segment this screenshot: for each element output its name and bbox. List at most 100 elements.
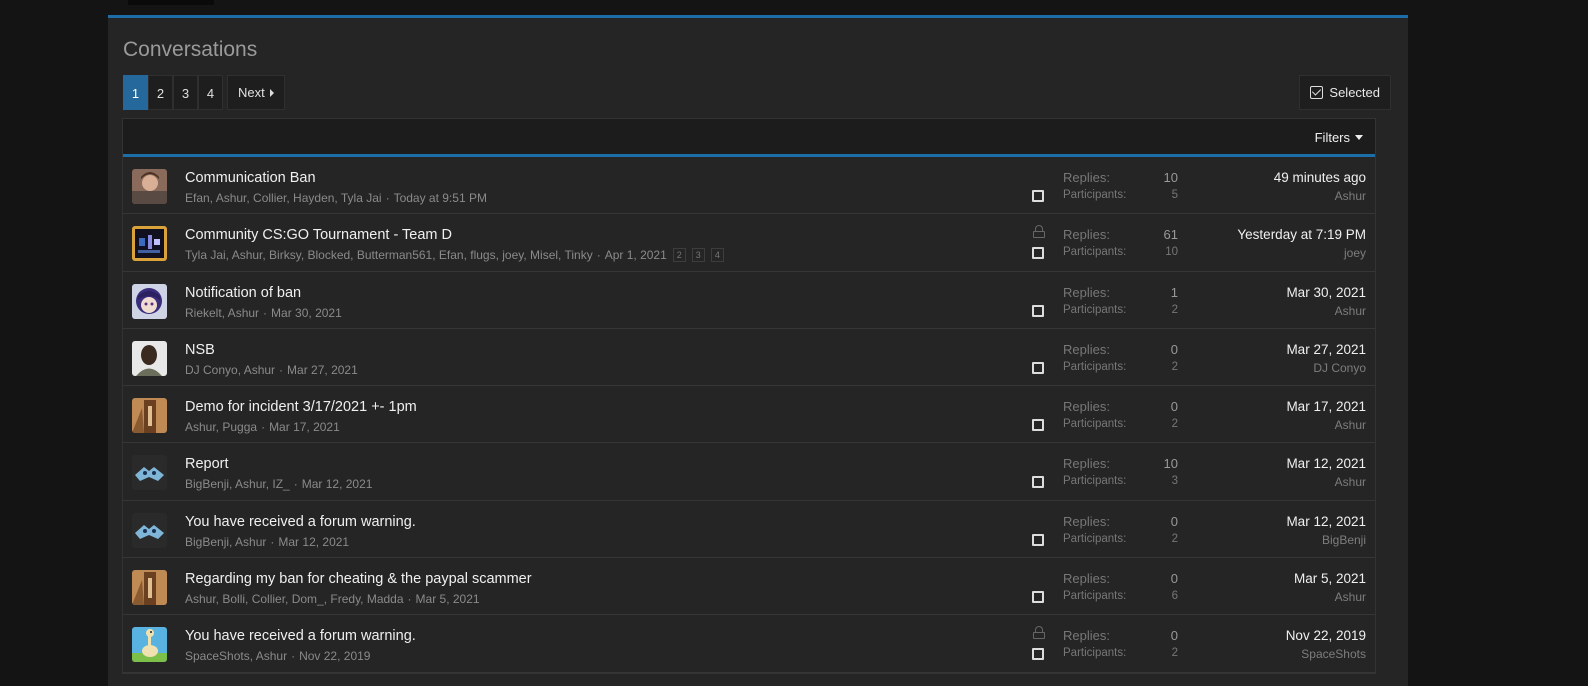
- replies-count: 10: [1163, 456, 1178, 472]
- conversation-meta: Tyla Jai, Ashur, Birksy, Blocked, Butter…: [185, 248, 724, 263]
- avatar[interactable]: [132, 169, 167, 204]
- next-label: Next: [238, 85, 265, 100]
- avatar[interactable]: [132, 455, 167, 491]
- conversation-row[interactable]: Demo for incident 3/17/2021 +- 1pm Ashur,…: [123, 386, 1375, 444]
- row-select-checkbox[interactable]: [1032, 247, 1044, 260]
- avatar[interactable]: [132, 283, 167, 319]
- avatar[interactable]: [132, 627, 167, 663]
- participants-label: Participants:: [1063, 303, 1127, 316]
- conversation-title-link[interactable]: Regarding my ban for cheating & the payp…: [185, 571, 532, 587]
- conversation-title-link[interactable]: NSB: [185, 342, 215, 358]
- conversation-row[interactable]: Community CS:GO Tournament - Team D Tyla …: [123, 214, 1375, 272]
- last-message-user[interactable]: joey: [1344, 246, 1366, 260]
- participants-label: Participants:: [1063, 475, 1127, 488]
- conversation-meta: BigBenji, Ashur · Mar 12, 2021: [185, 535, 349, 549]
- conversation-start-date[interactable]: Apr 1, 2021: [605, 248, 667, 262]
- participants-label: Participants:: [1063, 246, 1127, 259]
- participant-names[interactable]: Ashur, Pugga: [185, 420, 257, 434]
- avatar[interactable]: [132, 398, 167, 434]
- row-select-checkbox[interactable]: [1032, 648, 1044, 661]
- next-page-button[interactable]: Next: [227, 75, 285, 110]
- replies-count: 61: [1163, 227, 1178, 243]
- conversation-start-date[interactable]: Mar 5, 2021: [416, 592, 480, 606]
- conversation-row[interactable]: Report BigBenji, Ashur, IZ_ · Mar 12, 2021 R…: [123, 443, 1375, 501]
- avatar[interactable]: [132, 226, 167, 262]
- avatar[interactable]: [132, 570, 167, 606]
- participant-names[interactable]: BigBenji, Ashur: [185, 535, 266, 549]
- last-message-user[interactable]: DJ Conyo: [1313, 361, 1366, 375]
- conversation-start-date[interactable]: Today at 9:51 PM: [394, 191, 487, 205]
- last-message-user[interactable]: BigBenji: [1322, 533, 1366, 547]
- conversation-row[interactable]: Notification of ban Riekelt, Ashur · Mar 30…: [123, 271, 1375, 329]
- conversation-start-date[interactable]: Nov 22, 2019: [299, 649, 370, 663]
- last-message-date[interactable]: Nov 22, 2019: [1286, 628, 1366, 643]
- last-message-date[interactable]: Mar 30, 2021: [1286, 285, 1366, 300]
- conversation-row[interactable]: Regarding my ban for cheating & the payp…: [123, 558, 1375, 616]
- conversation-title-link[interactable]: Communication Ban: [185, 170, 316, 186]
- conversation-row[interactable]: NSB DJ Conyo, Ashur · Mar 27, 2021 Replies: 0…: [123, 328, 1375, 387]
- last-message-date[interactable]: Mar 27, 2021: [1286, 342, 1366, 357]
- last-message-user[interactable]: Ashur: [1335, 418, 1366, 432]
- last-message-user[interactable]: Ashur: [1335, 590, 1366, 604]
- filters-label: Filters: [1314, 130, 1350, 145]
- last-message-date[interactable]: Mar 12, 2021: [1286, 514, 1366, 529]
- conversation-title-link[interactable]: Community CS:GO Tournament - Team D: [185, 227, 452, 243]
- row-select-checkbox[interactable]: [1032, 419, 1044, 432]
- page-4-link[interactable]: 4: [198, 75, 223, 110]
- conversation-title-link[interactable]: Demo for incident 3/17/2021 +- 1pm: [185, 399, 417, 415]
- conversation-start-date[interactable]: Mar 17, 2021: [269, 420, 340, 434]
- conversation-title-link[interactable]: You have received a forum warning.: [185, 514, 416, 530]
- header-strip: [128, 0, 214, 5]
- page-1-link[interactable]: 1: [123, 75, 148, 110]
- conversation-start-date[interactable]: Mar 30, 2021: [271, 306, 342, 320]
- row-page-link[interactable]: 3: [691, 248, 705, 263]
- row-select-checkbox[interactable]: [1032, 476, 1044, 489]
- participants-label: Participants:: [1063, 189, 1127, 201]
- replies-count: 0: [1170, 628, 1178, 644]
- participant-names[interactable]: Riekelt, Ashur: [185, 306, 259, 320]
- conversation-start-date[interactable]: Mar 27, 2021: [287, 363, 358, 377]
- lock-icon: [1033, 225, 1045, 239]
- avatar[interactable]: [132, 340, 167, 376]
- participant-names[interactable]: Ashur, Bolli, Collier, Dom_, Fredy, Madd…: [185, 592, 404, 606]
- conversation-title-link[interactable]: You have received a forum warning.: [185, 628, 416, 644]
- last-message-user[interactable]: SpaceShots: [1301, 647, 1366, 661]
- conversation-start-date[interactable]: Mar 12, 2021: [302, 477, 373, 491]
- row-page-link[interactable]: 2: [672, 248, 686, 263]
- row-select-checkbox[interactable]: [1032, 533, 1044, 546]
- conversation-title-link[interactable]: Notification of ban: [185, 285, 301, 301]
- meta-separator: ·: [263, 305, 268, 320]
- participant-names[interactable]: SpaceShots, Ashur: [185, 649, 287, 663]
- row-page-link[interactable]: 4: [710, 248, 724, 263]
- replies-label: Replies:: [1063, 513, 1110, 529]
- last-message-date[interactable]: Mar 12, 2021: [1286, 456, 1366, 471]
- conversation-row[interactable]: You have received a forum warning. SpaceS…: [123, 615, 1375, 673]
- row-select-checkbox[interactable]: [1032, 591, 1044, 604]
- last-message-date[interactable]: 49 minutes ago: [1274, 170, 1366, 185]
- participants-count: 2: [1171, 532, 1178, 545]
- last-message-user[interactable]: Ashur: [1335, 189, 1366, 203]
- last-message-date[interactable]: Mar 5, 2021: [1294, 571, 1366, 586]
- last-message-user[interactable]: Ashur: [1335, 475, 1366, 489]
- conversation-row[interactable]: Communication Ban Efan, Ashur, Collier, H…: [123, 157, 1375, 215]
- participant-names[interactable]: BigBenji, Ashur, IZ_: [185, 477, 290, 491]
- last-message-date[interactable]: Yesterday at 7:19 PM: [1237, 227, 1366, 242]
- page-3-link[interactable]: 3: [173, 75, 198, 110]
- replies-label: Replies:: [1063, 341, 1110, 357]
- row-select-checkbox[interactable]: [1032, 304, 1044, 317]
- page-2-link[interactable]: 2: [148, 75, 173, 110]
- avatar[interactable]: [132, 512, 167, 548]
- conversation-row[interactable]: You have received a forum warning. BigBen…: [123, 500, 1375, 559]
- participant-names[interactable]: Efan, Ashur, Collier, Hayden, Tyla Jai: [185, 191, 382, 205]
- participant-names[interactable]: Tyla Jai, Ashur, Birksy, Blocked, Butter…: [185, 248, 593, 262]
- filters-button[interactable]: Filters: [1315, 130, 1363, 145]
- row-select-checkbox[interactable]: [1032, 190, 1044, 202]
- row-select-checkbox[interactable]: [1032, 361, 1044, 374]
- replies-label: Replies:: [1063, 571, 1110, 587]
- conversation-title-link[interactable]: Report: [185, 456, 229, 472]
- selected-button[interactable]: Selected: [1299, 75, 1391, 110]
- last-message-user[interactable]: Ashur: [1335, 304, 1366, 318]
- last-message-date[interactable]: Mar 17, 2021: [1286, 399, 1366, 414]
- conversation-start-date[interactable]: Mar 12, 2021: [278, 535, 349, 549]
- participant-names[interactable]: DJ Conyo, Ashur: [185, 363, 275, 377]
